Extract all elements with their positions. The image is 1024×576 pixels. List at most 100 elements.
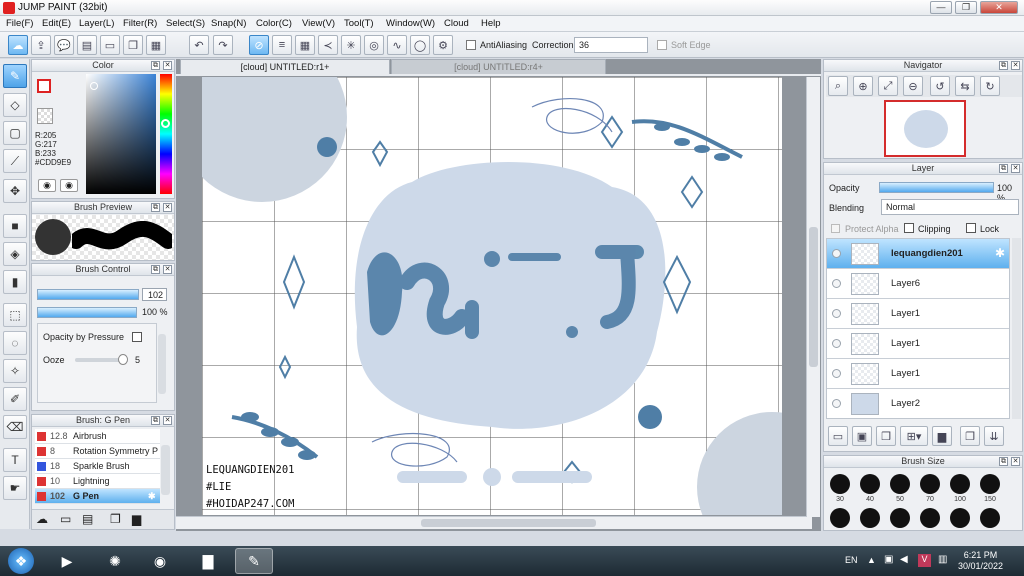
drawing-canvas[interactable]: LEQUANGDIEN201 #LIE #HOIDAP247.COM (202, 77, 782, 515)
text-tool-icon[interactable]: T (3, 448, 27, 472)
new-8bit-layer-icon[interactable]: ❒ (876, 426, 896, 446)
undo-icon[interactable]: ↶ (189, 35, 209, 55)
hand-tool-icon[interactable]: ☛ (3, 476, 27, 500)
line-tool-icon[interactable]: ⟋ (3, 149, 27, 173)
brush-size-preset[interactable] (920, 474, 940, 494)
merge-layer-icon[interactable]: ⇊ (984, 426, 1004, 446)
marquee-tool-icon[interactable]: ⬚ (3, 303, 27, 327)
brush-menu-icon[interactable]: ▤ (82, 512, 93, 526)
brush-settings-icon[interactable]: ✱ (148, 489, 156, 503)
picker-cursor[interactable] (90, 82, 98, 90)
lock-checkbox[interactable] (966, 223, 976, 233)
ooze-slider-handle[interactable] (118, 354, 128, 365)
brush-list-scrollbar[interactable] (161, 445, 170, 495)
chrome-icon[interactable]: ◉ (141, 548, 179, 574)
menu-snap[interactable]: Snap(N) (211, 18, 246, 29)
brush-list-item-selected[interactable]: 102 G Pen ✱ (35, 489, 160, 504)
snap-off-icon[interactable]: ⊘ (249, 35, 269, 55)
float-icon[interactable]: ⧉ (151, 265, 160, 274)
start-button[interactable]: ❖ (8, 548, 34, 574)
horizontal-scrollbar[interactable] (176, 516, 812, 529)
transparent-swatch[interactable] (37, 108, 53, 124)
brush-size-preset[interactable] (980, 474, 1000, 494)
layer-opacity-slider[interactable] (879, 182, 994, 193)
brush-copy-icon[interactable]: ❐ (110, 512, 121, 526)
panel-close-icon[interactable]: ✕ (163, 265, 172, 274)
bucket-tool-icon[interactable]: ◈ (3, 242, 27, 266)
menu-view[interactable]: View(V) (302, 18, 335, 29)
cloud-brush-icon[interactable]: ☁ (36, 512, 48, 526)
zoom-out-icon[interactable]: ⊖ (903, 76, 923, 96)
brush-size-preset[interactable] (890, 508, 910, 528)
visibility-eye-icon[interactable] (832, 339, 841, 348)
menu-help[interactable]: Help (481, 18, 501, 29)
brush-size-preset[interactable] (890, 474, 910, 494)
brush-size-preset[interactable] (950, 474, 970, 494)
brush-control-scrollbar[interactable] (158, 334, 166, 394)
redo-icon[interactable]: ↷ (213, 35, 233, 55)
brush-size-preset[interactable] (860, 508, 880, 528)
message-icon[interactable]: ▤ (77, 35, 97, 55)
tab-document-inactive[interactable]: [cloud] UNTITLED:r4+ (391, 59, 606, 74)
panel-close-icon[interactable]: ✕ (163, 416, 172, 425)
layer-row[interactable]: lequangdien201 ✱ (827, 239, 1009, 269)
clipping-checkbox[interactable] (904, 223, 914, 233)
snap-vanish-icon[interactable]: ≺ (318, 35, 338, 55)
select-eraser-tool-icon[interactable]: ⌫ (3, 415, 27, 439)
brush-list-item[interactable]: 12.8 Airbrush (35, 429, 160, 444)
duplicate-layer-icon[interactable]: ❐ (960, 426, 980, 446)
fill-rect-tool-icon[interactable]: ■ (3, 214, 27, 238)
snap-settings-icon[interactable]: ⚙ (433, 35, 453, 55)
layout-icon[interactable]: ▦ (146, 35, 166, 55)
pages-icon[interactable]: ❐ (123, 35, 143, 55)
media-player-icon[interactable]: ▶ (48, 548, 86, 574)
comment-icon[interactable]: 💬 (54, 35, 74, 55)
clock[interactable]: 6:21 PM 30/01/2022 (958, 550, 1003, 572)
brush-opacity-slider[interactable] (37, 307, 137, 318)
close-button[interactable]: ✕ (980, 1, 1018, 14)
tray-device-icon[interactable]: ▣ (884, 554, 893, 565)
share-icon[interactable]: ⇪ (31, 35, 51, 55)
maximize-button[interactable]: ❐ (955, 1, 977, 14)
horizontal-scroll-thumb[interactable] (421, 519, 596, 527)
navigator-thumbnail[interactable] (884, 100, 966, 157)
rotate-right-icon[interactable]: ↻ (980, 76, 1000, 96)
add-layer-menu-icon[interactable]: ⊞▾ (900, 426, 928, 446)
opacity-pressure-checkbox[interactable] (132, 332, 142, 342)
brush-list-item[interactable]: 10 Lightning (35, 474, 160, 489)
volume-icon[interactable]: ◀ (900, 554, 908, 565)
brush-size-value[interactable]: 102 (142, 288, 167, 301)
menu-file[interactable]: File(F) (6, 18, 33, 29)
cloud-icon[interactable]: ☁ (8, 35, 28, 55)
float-icon[interactable]: ⧉ (999, 457, 1008, 466)
zoom-search-icon[interactable]: ⌕ (828, 76, 848, 96)
correction-select[interactable]: 36 (574, 37, 648, 53)
visibility-eye-icon[interactable] (832, 399, 841, 408)
layer-row[interactable]: Layer1 (827, 299, 1009, 329)
new-layer-icon[interactable]: ▭ (828, 426, 848, 446)
vertical-scrollbar[interactable] (806, 77, 820, 517)
vertical-scroll-thumb[interactable] (809, 227, 818, 367)
float-icon[interactable]: ⧉ (151, 203, 160, 212)
new-raster-layer-icon[interactable]: ▣ (852, 426, 872, 446)
menu-cloud[interactable]: Cloud (444, 18, 469, 29)
menu-layer[interactable]: Layer(L) (79, 18, 114, 29)
menu-tool[interactable]: Tool(T) (344, 18, 374, 29)
snap-radial-icon[interactable]: ✳ (341, 35, 361, 55)
layer-row[interactable]: Layer2 (827, 389, 1009, 418)
rotate-left-icon[interactable]: ↺ (930, 76, 950, 96)
brush-size-preset[interactable] (920, 508, 940, 528)
panel-close-icon[interactable]: ✕ (1011, 164, 1020, 173)
lasso-tool-icon[interactable]: ◌ (3, 331, 27, 355)
menu-select[interactable]: Select(S) (166, 18, 205, 29)
eraser-tool-icon[interactable]: ◇ (3, 93, 27, 117)
app-icon[interactable]: ✺ (96, 548, 134, 574)
hue-slider[interactable] (160, 74, 172, 194)
zoom-in-icon[interactable]: ⊕ (853, 76, 873, 96)
fit-window-icon[interactable]: ⤢ (878, 76, 898, 96)
menu-filter[interactable]: Filter(R) (123, 18, 157, 29)
saturation-value-picker[interactable] (86, 74, 156, 194)
palette-icon[interactable]: ◉ (38, 179, 56, 192)
panel-close-icon[interactable]: ✕ (163, 61, 172, 70)
explorer-icon[interactable]: ▇ (189, 548, 227, 574)
